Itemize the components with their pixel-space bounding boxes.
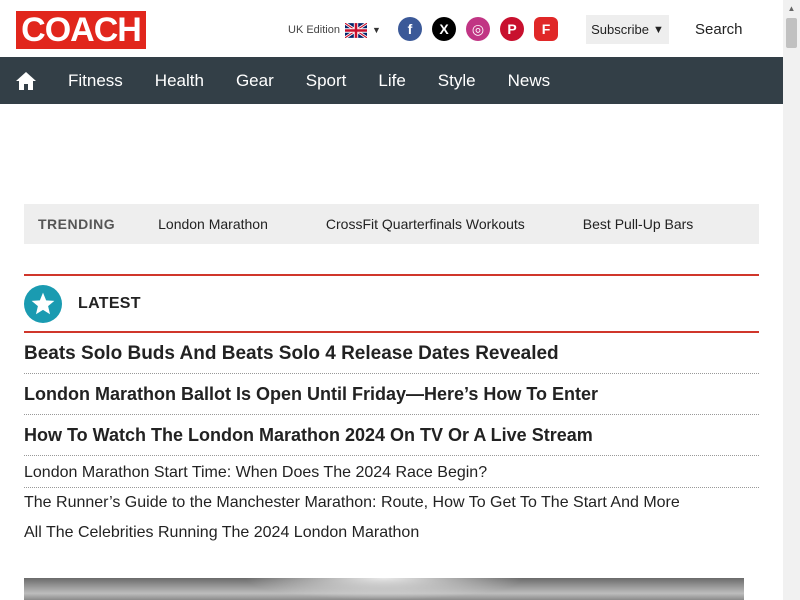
edition-selector[interactable]: UK Edition ▼ (288, 20, 381, 40)
pinterest-icon[interactable]: P (500, 17, 524, 41)
scroll-up-icon[interactable]: ▲ (783, 0, 800, 17)
flipboard-icon[interactable]: F (534, 17, 558, 41)
article-link[interactable]: How To Watch The London Marathon 2024 On… (24, 415, 759, 456)
top-bar: COACH UK Edition ▼ f X ◎ P F Subscribe ▼… (0, 0, 783, 57)
main-nav: Fitness Health Gear Sport Life Style New… (0, 57, 783, 104)
trending-link[interactable]: London Marathon (158, 216, 268, 232)
home-button[interactable] (0, 57, 52, 104)
nav-item-news[interactable]: News (508, 71, 551, 91)
search-button[interactable]: Search (695, 21, 743, 38)
nav-item-gear[interactable]: Gear (236, 71, 274, 91)
subscribe-button[interactable]: Subscribe ▼ (586, 15, 669, 44)
social-links: f X ◎ P F (398, 17, 558, 41)
hero-image-highlight (244, 578, 524, 600)
scrollbar-thumb[interactable] (786, 18, 797, 48)
uk-flag-icon (344, 22, 367, 38)
star-shape (31, 292, 55, 314)
article-link[interactable]: London Marathon Ballot Is Open Until Fri… (24, 374, 759, 415)
nav-item-life[interactable]: Life (378, 71, 405, 91)
star-icon (24, 284, 62, 323)
caret-down-icon: ▼ (652, 23, 664, 36)
nav-item-health[interactable]: Health (155, 71, 204, 91)
instagram-icon[interactable]: ◎ (466, 17, 490, 41)
edition-label: UK Edition (288, 24, 340, 36)
hero-image[interactable] (24, 578, 744, 600)
nav-item-sport[interactable]: Sport (306, 71, 347, 91)
article-link[interactable]: The Runner’s Guide to the Manchester Mar… (24, 488, 759, 518)
article-link[interactable]: All The Celebrities Running The 2024 Lon… (24, 518, 759, 548)
latest-title: LATEST (78, 294, 141, 312)
trending-link[interactable]: CrossFit Quarterfinals Workouts (326, 216, 525, 232)
caret-down-icon: ▼ (371, 25, 381, 35)
facebook-icon[interactable]: f (398, 17, 422, 41)
article-link[interactable]: Beats Solo Buds And Beats Solo 4 Release… (24, 333, 759, 374)
trending-link[interactable]: Best Pull-Up Bars (583, 216, 693, 232)
latest-section: LATEST Beats Solo Buds And Beats Solo 4 … (24, 274, 759, 548)
trending-label: TRENDING (38, 216, 116, 232)
nav-item-fitness[interactable]: Fitness (68, 71, 123, 91)
home-icon (16, 71, 36, 90)
nav-item-style[interactable]: Style (438, 71, 476, 91)
coach-logo[interactable]: COACH (16, 11, 146, 49)
article-link[interactable]: London Marathon Start Time: When Does Th… (24, 458, 759, 488)
subscribe-label: Subscribe (591, 22, 649, 37)
x-icon[interactable]: X (432, 17, 456, 41)
scrollbar[interactable]: ▲ (783, 0, 800, 600)
trending-bar: TRENDING London Marathon CrossFit Quarte… (24, 204, 759, 244)
latest-header: LATEST (24, 274, 759, 333)
